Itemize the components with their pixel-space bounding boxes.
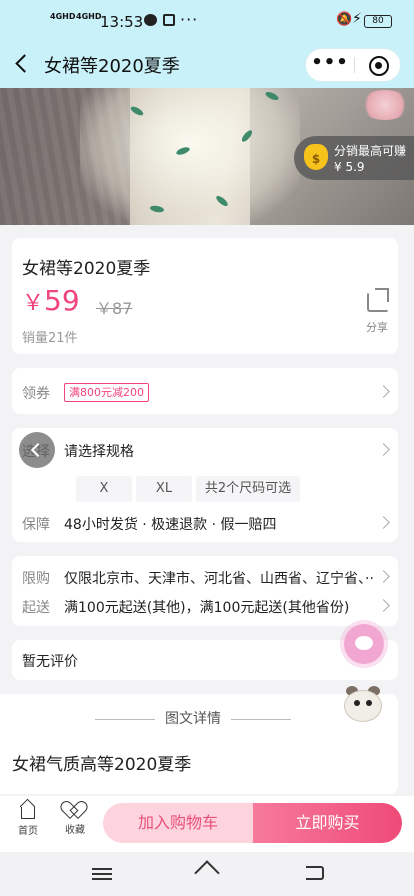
buy-now-button[interactable]: 立即购买	[253, 803, 402, 843]
price-value: 59	[44, 284, 80, 317]
sales-count: 销量21件	[22, 331, 78, 346]
home-label: 首页	[18, 826, 38, 837]
mascot-icon[interactable]	[342, 684, 384, 724]
spec-option[interactable]: X	[76, 476, 132, 502]
earn-amount: ¥ 5.9	[334, 160, 365, 174]
back-nav-icon[interactable]	[306, 866, 324, 880]
spec-card: 选择 请选择规格 X XL 共2个尺码可选 保障 48小时发货 · 极速退款 ·…	[12, 428, 398, 542]
coupon-card[interactable]: 领券 满800元减200	[12, 368, 398, 414]
mini-program-capsule: •••	[305, 48, 401, 82]
chevron-right-icon	[377, 516, 390, 529]
mascot-eye	[354, 700, 360, 706]
guarantee-value[interactable]: 48小时发货 · 极速退款 · 假一赔四	[64, 514, 277, 534]
photo-dress	[80, 88, 300, 225]
detail-text: 女裙气质高等2020夏季	[12, 755, 192, 775]
detail-card: 图文详情 女裙气质高等2020夏季	[0, 694, 398, 794]
system-navigation-bar	[0, 852, 414, 896]
charging-icon: ⚡	[352, 11, 362, 27]
delivery-value[interactable]: 满100元起送(其他)，满100元起送(其他省份)	[64, 597, 349, 617]
product-info-card: 女裙等2020夏季 ￥59 ￥87 销量21件 分享	[12, 238, 398, 354]
status-bar: 4GHD 4GHD 13:53 ··· 🔕 ⚡ 80	[0, 0, 414, 44]
share-icon[interactable]	[367, 292, 389, 312]
chevron-right-icon	[377, 599, 390, 612]
battery-icon: 80	[364, 15, 392, 28]
favorite-tab[interactable]: 收藏	[55, 802, 95, 836]
mascot-body	[344, 690, 382, 722]
detail-heading: 图文详情	[0, 708, 386, 728]
more-button[interactable]: •••	[306, 49, 354, 81]
limit-value[interactable]: 仅限北京市、天津市、河北省、山西省、辽宁省、···	[64, 568, 374, 588]
money-bag-icon: $	[304, 144, 328, 170]
back-icon[interactable]	[12, 52, 36, 76]
distribution-earn-badge[interactable]: $ 分销最高可赚 ¥ 5.9	[294, 136, 414, 180]
favorite-label: 收藏	[65, 825, 85, 836]
review-card[interactable]: 暂无评价	[12, 640, 398, 680]
chevron-right-icon	[377, 385, 390, 398]
home-nav-icon[interactable]	[194, 860, 220, 886]
mute-icon: 🔕	[336, 12, 353, 27]
chevron-right-icon	[377, 570, 390, 583]
close-icon[interactable]	[369, 56, 389, 76]
guarantee-label: 保障	[22, 517, 50, 533]
capsule-divider	[354, 57, 355, 73]
shipping-card: 限购 仅限北京市、天津市、河北省、山西省、辽宁省、··· 起送 满100元起送(…	[12, 556, 398, 626]
chevron-right-icon	[377, 443, 390, 456]
spec-value[interactable]: 请选择规格	[64, 441, 134, 461]
product-price: ￥59	[22, 284, 80, 317]
message-icon	[144, 14, 157, 26]
spec-option[interactable]: XL	[136, 476, 192, 502]
page-title: 女裙等2020夏季	[44, 56, 180, 77]
notification-icon	[163, 14, 175, 26]
share-label[interactable]: 分享	[366, 319, 388, 335]
product-title: 女裙等2020夏季	[22, 259, 151, 279]
menu-icon[interactable]	[92, 868, 112, 880]
mascot-eye	[366, 700, 372, 706]
signal-indicator: 4GHD	[50, 12, 76, 21]
spec-count: 共2个尺码可选	[196, 476, 300, 502]
original-price: ￥87	[96, 299, 133, 318]
add-to-cart-button[interactable]: 加入购物车	[103, 803, 253, 843]
navigation-bar: 女裙等2020夏季 •••	[0, 44, 414, 88]
status-time: 13:53	[100, 13, 144, 31]
coupon-label: 领券	[22, 386, 50, 402]
price-currency: ￥	[22, 291, 45, 316]
top-bar: 4GHD 4GHD 13:53 ··· 🔕 ⚡ 80 女裙等2020夏季 •••	[0, 0, 414, 88]
floating-back-button[interactable]	[19, 432, 55, 468]
customer-service-button[interactable]	[344, 624, 384, 664]
home-icon	[21, 807, 35, 819]
signal-indicator-2: 4GHD	[76, 12, 102, 21]
review-text: 暂无评价	[22, 654, 78, 670]
earn-label: 分销最高可赚	[334, 144, 407, 158]
heart-icon	[66, 802, 84, 818]
photo-flower	[360, 90, 410, 120]
delivery-label: 起送	[22, 600, 50, 616]
coupon-tag[interactable]: 满800元减200	[64, 383, 149, 402]
bottom-action-bar: 首页 收藏 加入购物车 立即购买	[0, 796, 414, 852]
home-tab[interactable]: 首页	[8, 802, 48, 837]
status-more: ···	[180, 10, 199, 29]
limit-label: 限购	[22, 571, 50, 587]
